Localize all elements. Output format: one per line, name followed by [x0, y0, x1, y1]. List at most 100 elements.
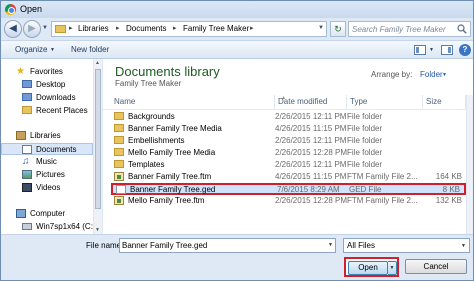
videos-icon — [22, 183, 32, 192]
chevron-down-icon[interactable]: ▼ — [328, 242, 333, 248]
view-options-icon[interactable] — [414, 45, 426, 55]
file-list-scrollbar[interactable] — [466, 95, 473, 234]
refresh-icon: ↻ — [334, 24, 342, 34]
scroll-thumb[interactable] — [95, 69, 101, 209]
recent-places-icon — [22, 106, 32, 114]
new-folder-button[interactable]: New folder — [71, 45, 109, 54]
search-input[interactable] — [352, 24, 457, 35]
open-button[interactable]: Open — [348, 261, 388, 275]
file-name: Templates — [128, 160, 165, 169]
nav-scrollbar[interactable]: ▲ ▼ — [93, 59, 102, 234]
file-row[interactable]: Embellishments 2/26/2015 12:11 PM File fol… — [111, 135, 466, 147]
file-date: 4/26/2015 11:15 PM — [275, 124, 347, 133]
file-name-combo[interactable]: ▼ — [119, 238, 336, 253]
arrange-by-dropdown[interactable]: Folder — [420, 70, 443, 79]
file-row[interactable]: Mello Family Tree.ftm 2/26/2015 12:28 PM F… — [111, 195, 466, 207]
breadcrumb-libraries[interactable]: Libraries — [78, 24, 109, 33]
libraries-icon — [16, 131, 26, 140]
nav-desktop-label: Desktop — [36, 80, 66, 89]
nav-pictures-label: Pictures — [36, 170, 65, 179]
folder-icon — [114, 160, 124, 168]
file-date: 2/26/2015 12:28 PM — [275, 196, 348, 205]
help-icon[interactable]: ? — [459, 44, 471, 56]
open-options-dropdown-icon[interactable]: ▼ — [388, 261, 397, 275]
search-box[interactable] — [348, 21, 471, 37]
chevron-right-icon[interactable]: ▸ — [173, 24, 177, 32]
nav-downloads[interactable]: Downloads — [1, 92, 93, 104]
file-type-select[interactable]: All Files ▼ — [343, 238, 470, 253]
breadcrumb-documents[interactable]: Documents — [126, 24, 166, 33]
file-date: 2/26/2015 12:11 PM — [275, 160, 347, 169]
chrome-icon — [5, 4, 16, 15]
forward-button[interactable]: ▶ — [23, 20, 41, 38]
nav-computer[interactable]: Computer — [1, 208, 93, 220]
file-row[interactable]: Backgrounds 2/26/2015 12:11 PM File folder — [111, 111, 466, 123]
file-name: Banner Family Tree.ftm — [128, 172, 212, 181]
nav-favorites[interactable]: ★ Favorites — [1, 66, 93, 78]
file-row[interactable]: Banner Family Tree Media 4/26/2015 11:15 … — [111, 123, 466, 135]
preview-pane-icon[interactable] — [441, 45, 453, 55]
chevron-right-icon[interactable]: ▸ — [69, 24, 73, 32]
file-type: File folder — [347, 136, 383, 145]
folder-icon — [55, 25, 66, 33]
navigation-pane: ★ Favorites Desktop Downloads Recent Pla… — [1, 59, 102, 234]
open-dialog: Open ◀ ▶ ▼ ▸ Libraries ▸ Documents ▸ Fam… — [0, 0, 474, 281]
nav-drive-c[interactable]: Win7sp1x64 (C:) — [1, 221, 96, 233]
nav-favorites-label: Favorites — [30, 67, 63, 76]
column-header-type[interactable]: Type — [347, 95, 423, 109]
ftm-file-icon — [114, 172, 124, 181]
nav-desktop[interactable]: Desktop — [1, 79, 93, 91]
column-header-date[interactable]: Date modified — [275, 95, 347, 109]
file-row[interactable]: Templates 2/26/2015 12:11 PM File folder — [111, 159, 466, 171]
dialog-footer: File name: ▼ All Files ▼ Open ▼ Cancel — [1, 234, 473, 280]
open-button-highlight: Open ▼ — [344, 257, 399, 277]
file-date: 2/26/2015 12:11 PM — [275, 136, 347, 145]
view-dropdown-icon[interactable]: ▼ — [429, 47, 434, 53]
documents-icon — [22, 145, 32, 154]
nav-pictures[interactable]: Pictures — [1, 169, 93, 181]
computer-icon — [16, 209, 26, 218]
nav-documents-label: Documents — [36, 145, 77, 154]
back-button[interactable]: ◀ — [4, 20, 22, 38]
file-row[interactable]: Mello Family Tree Media 2/26/2015 12:28 P… — [111, 147, 466, 159]
column-header-size[interactable]: Size — [423, 95, 466, 109]
file-date: 2/26/2015 12:11 PM — [275, 112, 347, 121]
nav-drive-c-label: Win7sp1x64 (C:) — [36, 222, 96, 231]
file-date: 4/26/2015 11:15 PM — [275, 172, 347, 181]
chevron-right-icon[interactable]: ▸ — [250, 24, 254, 32]
title-bar: Open — [1, 1, 473, 18]
file-type: File folder — [347, 148, 383, 157]
nav-music[interactable]: ♫ Music — [1, 156, 93, 168]
recent-locations-dropdown-icon[interactable]: ▼ — [42, 25, 48, 31]
ftm-file-icon — [114, 196, 124, 205]
column-header-name[interactable]: Name — [111, 95, 275, 109]
file-row[interactable]: Banner Family Tree.ftm 4/26/2015 11:15 PM… — [111, 171, 466, 183]
header-divider — [103, 109, 466, 110]
file-date: 7/6/2015 8:29 AM — [277, 185, 340, 194]
cancel-button[interactable]: Cancel — [405, 259, 467, 274]
file-date: 2/26/2015 12:28 PM — [275, 148, 348, 157]
chevron-down-icon[interactable]: ▼ — [442, 72, 447, 78]
file-name: Backgrounds — [128, 112, 175, 121]
command-bar: Organize ▼ New folder ▼ ? — [1, 40, 473, 59]
scroll-down-icon[interactable]: ▼ — [95, 227, 100, 233]
file-type: FTM Family File 2... — [347, 196, 418, 205]
file-name-input[interactable] — [122, 240, 322, 251]
address-bar[interactable]: ▸ Libraries ▸ Documents ▸ Family Tree Ma… — [51, 21, 327, 37]
nav-videos[interactable]: Videos — [1, 182, 93, 194]
nav-libraries[interactable]: Libraries — [1, 130, 93, 142]
file-row[interactable]: Banner Family Tree.ged 7/6/2015 8:29 AM GE… — [111, 183, 466, 195]
scroll-up-icon[interactable]: ▲ — [95, 60, 100, 66]
chevron-right-icon[interactable]: ▸ — [116, 24, 120, 32]
nav-recent-places[interactable]: Recent Places — [1, 105, 93, 117]
folder-icon — [114, 148, 124, 156]
star-icon: ★ — [16, 66, 25, 77]
file-name: Embellishments — [128, 136, 185, 145]
nav-documents[interactable]: Documents — [1, 143, 93, 155]
file-icon — [116, 185, 126, 194]
address-dropdown-icon[interactable]: ▼ — [318, 25, 324, 31]
refresh-button[interactable]: ↻ — [330, 21, 346, 37]
breadcrumb-family-tree-maker[interactable]: Family Tree Maker — [183, 24, 249, 33]
nav-videos-label: Videos — [36, 183, 61, 192]
organize-button[interactable]: Organize — [15, 45, 47, 54]
